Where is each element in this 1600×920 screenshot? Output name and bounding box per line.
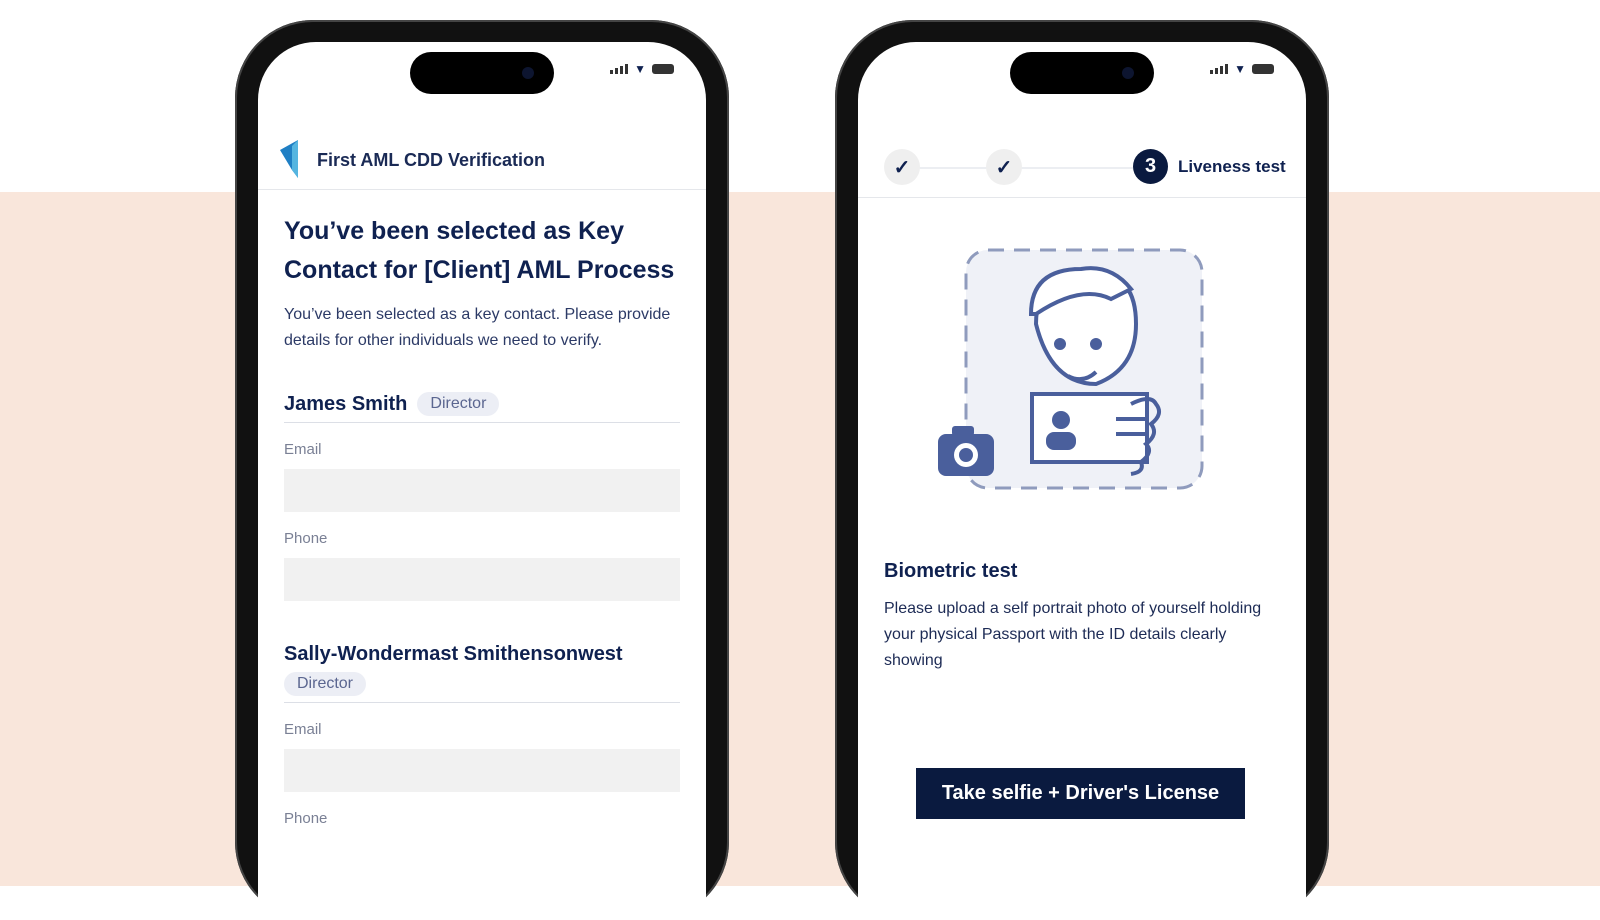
page-title: You’ve been selected as Key Contact for …	[284, 217, 675, 284]
signal-icon	[1210, 64, 1229, 74]
take-selfie-button[interactable]: Take selfie + Driver's License	[916, 768, 1245, 819]
role-badge: Director	[284, 672, 367, 696]
email-label: Email	[284, 441, 322, 458]
section-title: Biometric test	[884, 560, 1018, 582]
step-1-complete[interactable]: ✓	[884, 149, 920, 185]
phone-right: ▼ ✓ ✓ 3 Liveness test Biometric test Ple…	[835, 20, 1329, 920]
person-header: Sally-Wondermast Smithensonwest Director	[284, 643, 680, 703]
phone-label: Phone	[284, 810, 328, 827]
email-field[interactable]	[284, 749, 680, 792]
stepper: ✓ ✓ 3 Liveness test	[858, 122, 1306, 198]
step-3-current: 3	[1133, 149, 1168, 184]
step-2-complete[interactable]: ✓	[986, 149, 1022, 185]
phone-label: Phone	[284, 530, 328, 547]
selfie-id-illustration	[938, 248, 1204, 490]
logo-icon	[280, 140, 298, 178]
battery-icon	[1252, 64, 1274, 74]
email-label: Email	[284, 721, 322, 738]
wifi-icon: ▼	[1234, 62, 1246, 76]
wifi-icon: ▼	[634, 62, 646, 76]
phone-field[interactable]	[284, 558, 680, 601]
step-3-label: Liveness test	[1178, 157, 1286, 176]
dynamic-island	[410, 52, 554, 94]
section-description: Please upload a self portrait photo of y…	[884, 600, 1262, 669]
email-field[interactable]	[284, 469, 680, 512]
status-bar: ▼	[1210, 62, 1274, 76]
role-badge: Director	[417, 392, 500, 416]
screen-left: ▼ First AML CDD Verification You’ve been…	[258, 42, 706, 920]
person-header: James Smith Director	[284, 392, 680, 423]
intro-text: You’ve been selected as a key contact. P…	[284, 306, 671, 349]
app-title: First AML CDD Verification	[317, 150, 546, 170]
dynamic-island	[1010, 52, 1154, 94]
person-name: Sally-Wondermast Smithensonwest	[284, 643, 623, 665]
status-bar: ▼	[610, 62, 674, 76]
battery-icon	[652, 64, 674, 74]
app-header: First AML CDD Verification	[258, 122, 706, 190]
screen-right: ▼ ✓ ✓ 3 Liveness test Biometric test Ple…	[858, 42, 1306, 920]
form-content: You’ve been selected as Key Contact for …	[284, 212, 680, 827]
stepper-line	[900, 167, 1150, 169]
person-name: James Smith	[284, 392, 408, 415]
signal-icon	[610, 64, 629, 74]
phone-left: ▼ First AML CDD Verification You’ve been…	[235, 20, 729, 920]
